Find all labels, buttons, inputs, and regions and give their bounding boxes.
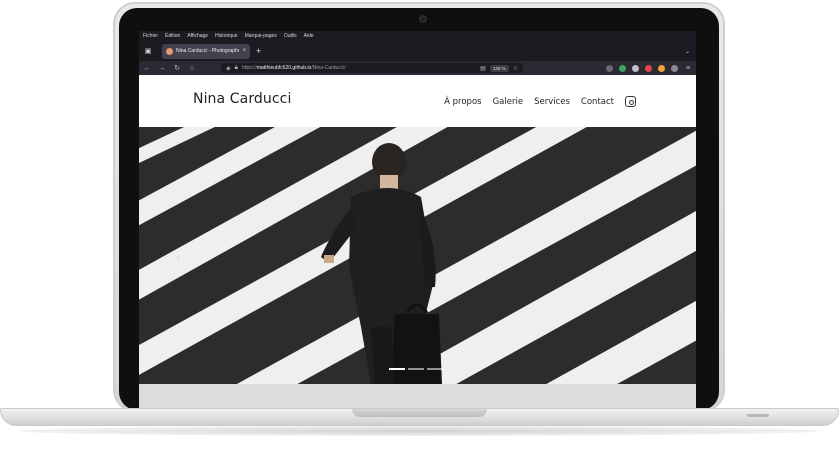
trackpad-notch [352, 409, 487, 417]
crosswalk-photo [139, 127, 696, 384]
url-text: https://matthieubfc620.github.io/Nina-Ca… [241, 65, 346, 71]
nav-link-about[interactable]: À propos [444, 97, 481, 107]
menu-tools[interactable]: Outils [284, 33, 297, 39]
extension-icon[interactable] [632, 64, 639, 72]
new-tab-button[interactable]: + [256, 46, 261, 56]
menu-history[interactable]: Historique [215, 33, 238, 39]
menu-file[interactable]: Fichier [143, 33, 158, 39]
tab-title: Nina Carducci - Photographe... [176, 48, 240, 54]
nav-link-services[interactable]: Services [534, 97, 570, 107]
site-header: Nina Carducci À propos Galerie Services … [139, 75, 696, 127]
reload-icon[interactable]: ↻ [173, 64, 181, 72]
chevron-down-icon[interactable]: ⌄ [685, 48, 690, 55]
download-icon[interactable] [619, 64, 626, 72]
web-page: Nina Carducci À propos Galerie Services … [139, 75, 696, 384]
extensions-area: ≡ [606, 64, 692, 72]
menu-view[interactable]: Affichage [187, 33, 208, 39]
site-title[interactable]: Nina Carducci [193, 91, 291, 107]
lock-icon[interactable]: 🔒︎ [235, 65, 238, 72]
favicon-icon [166, 47, 173, 55]
ublock-icon[interactable] [645, 64, 652, 72]
navigation-toolbar: ← → ↻ ⌂ ◈ 🔒︎ https://matthieubfc620.gith… [139, 61, 696, 75]
nav-link-gallery[interactable]: Galerie [493, 97, 523, 107]
extension-orange-icon[interactable] [658, 64, 665, 72]
reader-view-icon[interactable]: ▤ [480, 65, 486, 72]
menu-bookmarks[interactable]: Marque-pages [245, 33, 277, 39]
close-tab-icon[interactable]: × [242, 48, 246, 54]
tab-active[interactable]: Nina Carducci - Photographe... × [162, 43, 250, 59]
menu-help[interactable]: Aide [304, 33, 314, 39]
menu-edit[interactable]: Édition [165, 33, 180, 39]
bookmark-star-icon[interactable]: ☆ [513, 65, 518, 72]
nav-link-contact[interactable]: Contact [581, 97, 614, 107]
webcam-icon [419, 15, 427, 23]
hero-carousel[interactable]: ‹ [139, 127, 696, 384]
browser-window: Fichier Édition Affichage Historique Mar… [139, 31, 696, 384]
menu-bar: Fichier Édition Affichage Historique Mar… [139, 31, 696, 41]
carousel-indicator[interactable] [408, 368, 424, 370]
tab-list-icon[interactable]: ▣ [142, 45, 154, 57]
site-nav: À propos Galerie Services Contact [444, 96, 636, 107]
pocket-icon[interactable] [606, 64, 613, 72]
tab-strip: ▣ Nina Carducci - Photographe... × + ⌄ [139, 41, 696, 61]
zoom-level-badge[interactable]: 130 % [489, 64, 509, 72]
puzzle-icon[interactable] [671, 64, 678, 72]
carousel-indicators [389, 368, 443, 370]
hamburger-menu-icon[interactable]: ≡ [684, 65, 692, 72]
carousel-prev-icon[interactable]: ‹ [175, 248, 181, 267]
base-vent [747, 414, 769, 417]
back-arrow-icon[interactable]: ← [143, 65, 151, 72]
url-bar[interactable]: ◈ 🔒︎ https://matthieubfc620.github.io/Ni… [221, 63, 523, 73]
carousel-indicator[interactable] [427, 368, 443, 370]
instagram-icon[interactable] [625, 96, 636, 107]
laptop-shadow [20, 426, 819, 436]
forward-arrow-icon[interactable]: → [158, 65, 166, 72]
carousel-indicator[interactable] [389, 368, 405, 370]
screen-chin [139, 384, 696, 408]
shield-icon[interactable]: ◈ [226, 65, 231, 72]
home-icon[interactable]: ⌂ [188, 65, 196, 72]
